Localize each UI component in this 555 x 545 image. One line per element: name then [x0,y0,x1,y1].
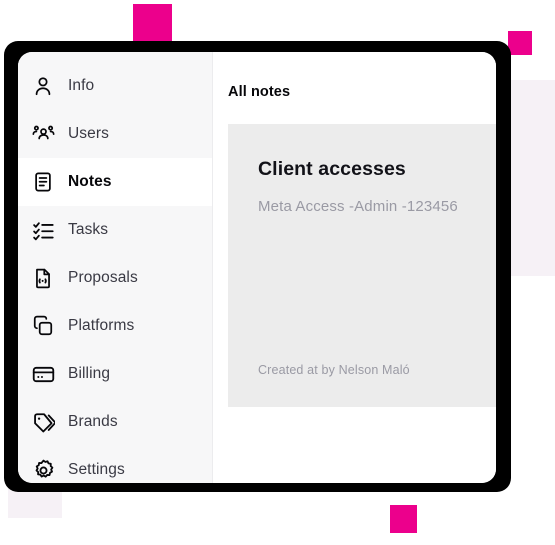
sidebar-item-label: Notes [68,173,112,190]
pink-square-top-right-decoration [508,31,532,55]
sidebar-item-label: Settings [68,461,125,478]
checklist-icon [30,217,56,243]
copy-icon [30,313,56,339]
pink-square-top-decoration [133,4,172,45]
sidebar-item-notes[interactable]: Notes [18,158,212,206]
sidebar-item-label: Proposals [68,269,138,286]
sidebar-item-proposals[interactable]: Proposals [18,254,212,302]
sidebar-item-label: Users [68,125,109,142]
sidebar-item-settings[interactable]: Settings [18,446,212,483]
note-body: Meta Access -Admin -123456 [258,198,458,215]
screenshot-stage: Info Users Notes Tasks Proposals Platfor… [0,0,555,545]
note-icon [30,169,56,195]
gear-icon [30,457,56,483]
sidebar-item-label: Tasks [68,221,109,238]
note-meta: Created at by Nelson Maló [258,363,410,377]
sidebar: Info Users Notes Tasks Proposals Platfor… [18,52,213,483]
page-title: All notes [228,84,291,100]
document-icon [30,265,56,291]
sidebar-item-info[interactable]: Info [18,62,212,110]
note-card[interactable]: Client accesses Meta Access -Admin -1234… [228,124,496,407]
sidebar-item-label: Brands [68,413,118,430]
sidebar-item-brands[interactable]: Brands [18,398,212,446]
sidebar-item-users[interactable]: Users [18,110,212,158]
card-icon [30,361,56,387]
sidebar-item-label: Info [68,77,95,94]
main-content: All notes Client accesses Meta Access -A… [213,52,496,483]
sidebar-item-platforms[interactable]: Platforms [18,302,212,350]
sidebar-item-tasks[interactable]: Tasks [18,206,212,254]
user-icon [30,73,56,99]
sidebar-item-billing[interactable]: Billing [18,350,212,398]
sidebar-item-label: Billing [68,365,111,382]
note-title: Client accesses [258,158,406,180]
app-window: Info Users Notes Tasks Proposals Platfor… [18,52,496,483]
pink-square-bottom-decoration [390,505,417,533]
tag-icon [30,409,56,435]
sidebar-item-label: Platforms [68,317,135,334]
users-icon [30,121,56,147]
